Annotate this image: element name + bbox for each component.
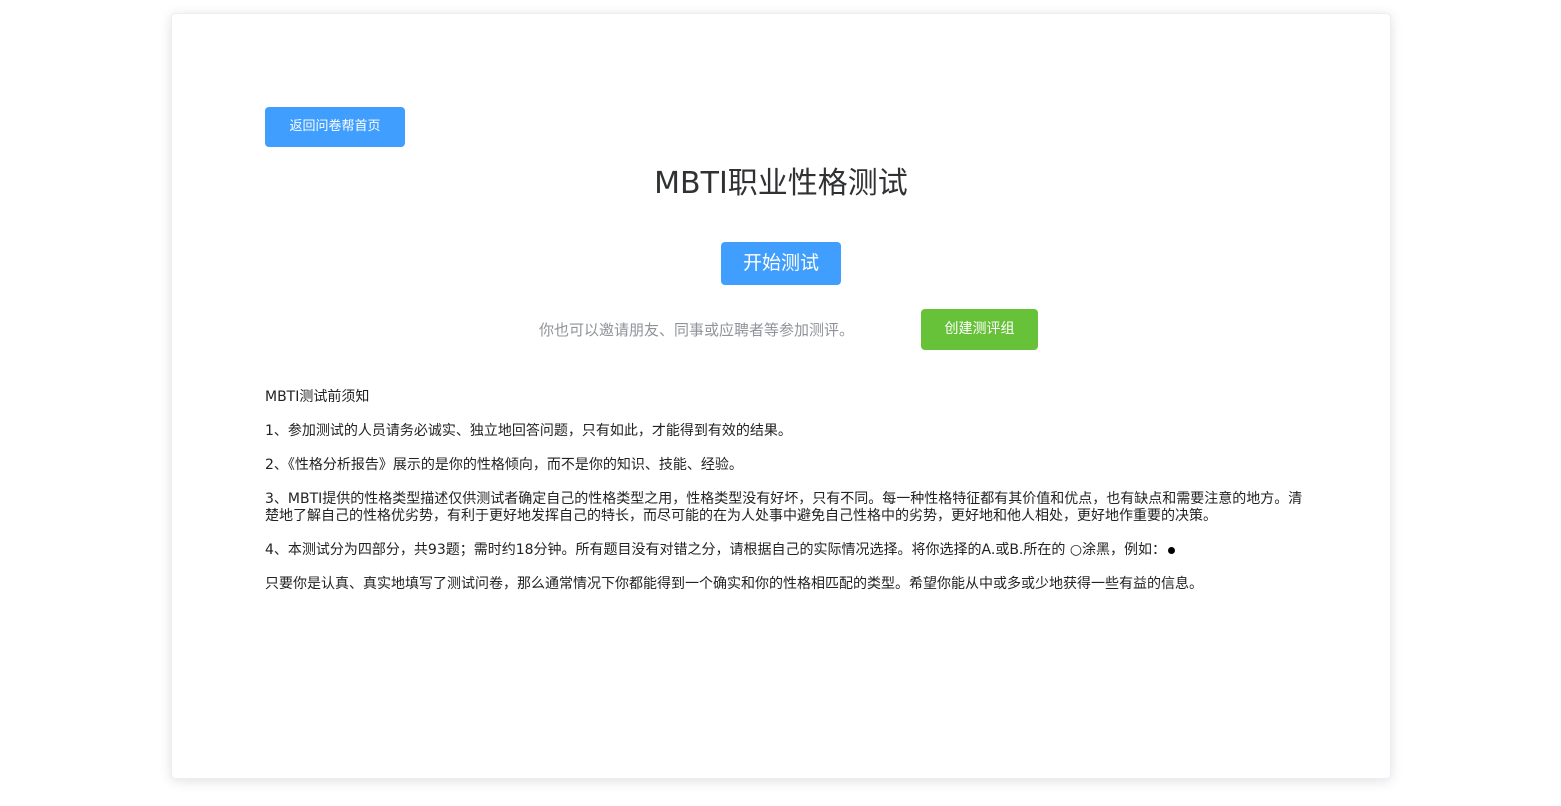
start-test-button[interactable]: 开始测试 [721,242,841,285]
page-title: MBTI职业性格测试 [654,166,908,201]
test-instructions: MBTI测试前须知 1、参加测试的人员请务必诚实、独立地回答问题，只有如此，才能… [265,389,1305,610]
invite-text: 你也可以邀请朋友、同事或应聘者等参加测评。 [539,321,855,339]
instruction-item-text: 4、本测试分为四部分，共93题；需时约18分钟。所有题目没有对错之分，请根据自己… [265,542,1167,558]
main-card: 返回问卷帮首页 MBTI职业性格测试 开始测试 你也可以邀请朋友、同事或应聘者等… [171,13,1391,779]
instruction-item: 3、MBTI提供的性格类型描述仅供测试者确定自己的性格类型之用，性格类型没有好坏… [265,491,1303,524]
instruction-item: 2、《性格分析报告》展示的是你的性格倾向，而不是你的知识、技能、经验。 [265,457,743,473]
instructions-heading: MBTI测试前须知 [265,389,370,405]
filled-circle-icon [1168,546,1176,554]
create-group-button[interactable]: 创建测评组 [921,309,1038,350]
instruction-item-4: 4、本测试分为四部分，共93题；需时约18分钟。所有题目没有对错之分，请根据自己… [265,542,1305,559]
instructions-closing: 只要你是认真、真实地填写了测试问卷，那么通常情况下你都能得到一个确实和你的性格相… [265,576,1203,592]
back-to-home-button[interactable]: 返回问卷帮首页 [265,107,405,147]
instruction-item: 1、参加测试的人员请务必诚实、独立地回答问题，只有如此，才能得到有效的结果。 [265,423,792,439]
